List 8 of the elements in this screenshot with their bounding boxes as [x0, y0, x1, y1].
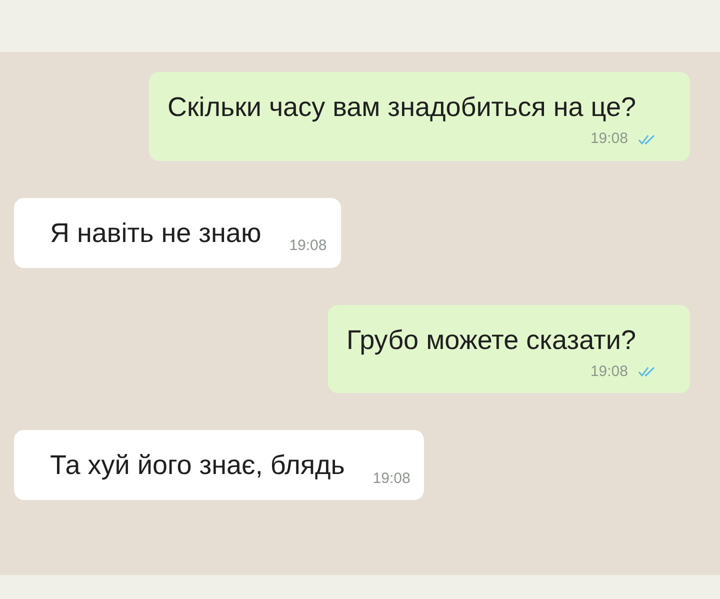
message-text: Скільки часу вам знадобиться на це? [167, 91, 637, 124]
message-time: 19:08 [372, 468, 410, 488]
message-time: 19:08 [590, 362, 628, 382]
message-time: 19:08 [590, 129, 628, 149]
message-time: 19:08 [289, 236, 327, 256]
message-text: Я навіть не знаю [50, 216, 262, 250]
message-text: Та хуй його знає, блядь [50, 449, 345, 482]
message-text: Грубо можете сказати? [346, 324, 637, 357]
